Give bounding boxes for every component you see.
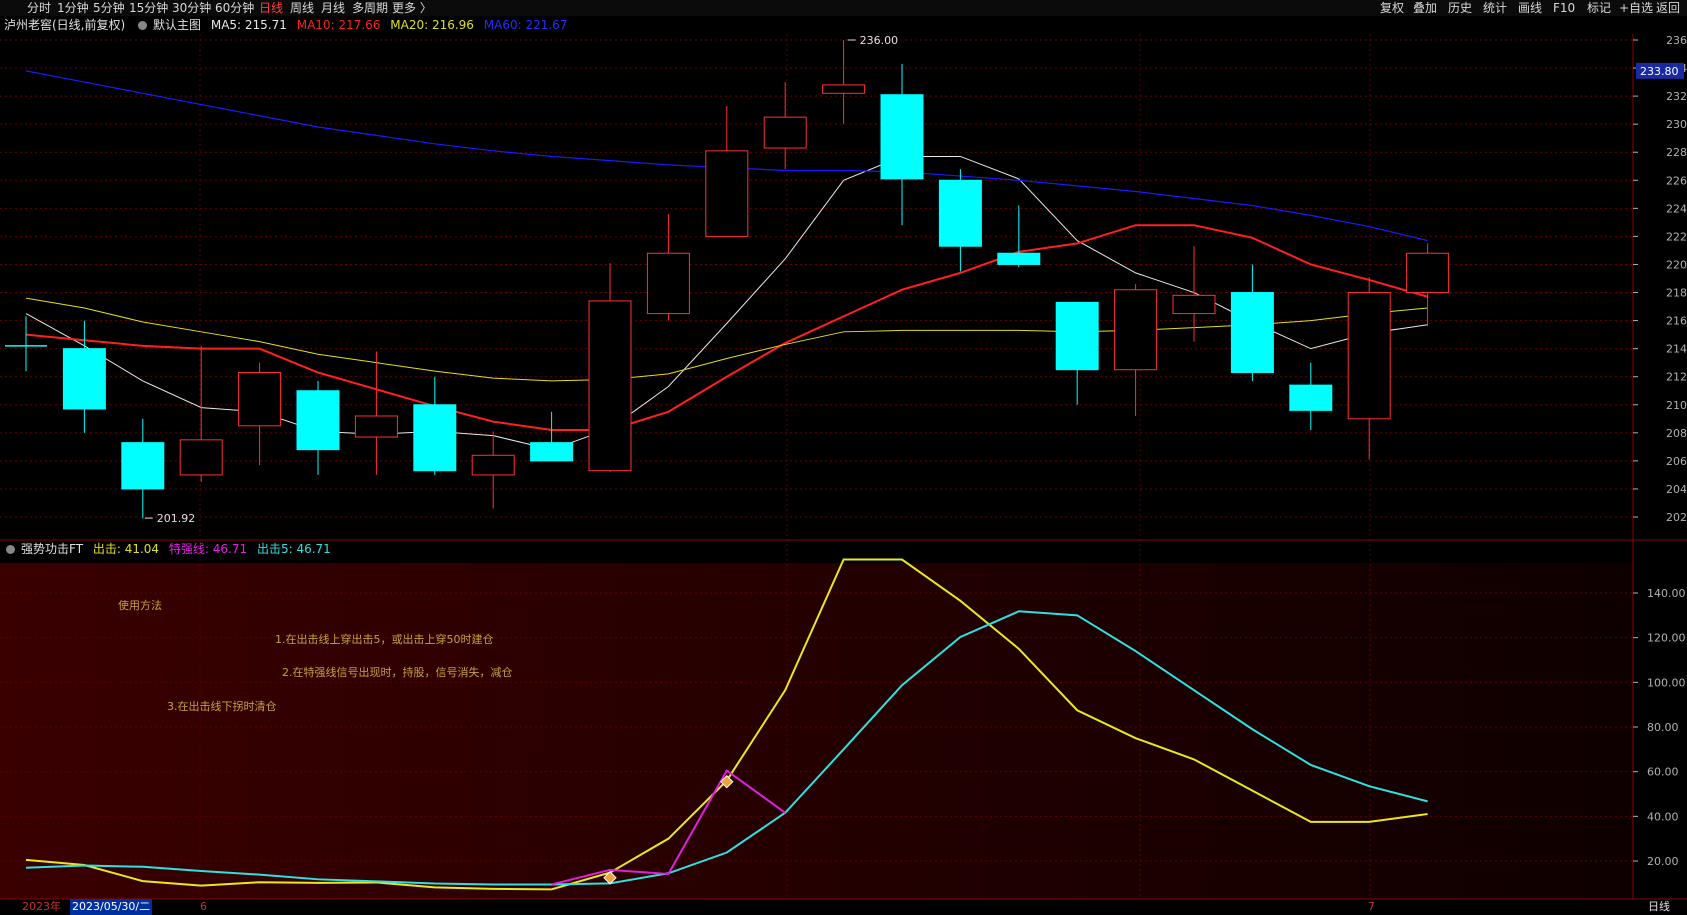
price-tick-label: 226.0 [1666, 174, 1687, 187]
candle[interactable] [1347, 277, 1391, 460]
time-axis-month-6: 6 [200, 900, 207, 913]
candle[interactable] [1406, 243, 1450, 327]
candle[interactable] [121, 418, 165, 519]
candle-body [413, 404, 457, 472]
usage-note-2: 2.在特强线信号出现时，持股，信号消失，减仓 [282, 666, 513, 679]
time-axis: 2023年 2023/05/30/二 6 7 日线 [0, 899, 1687, 915]
candle[interactable] [763, 82, 807, 170]
usage-note-3: 3.在出击线下拐时清仓 [167, 700, 277, 713]
price-tick-label: 208.0 [1666, 427, 1687, 440]
indicator-tick-label: 20.00 [1647, 855, 1679, 868]
candle[interactable] [705, 105, 749, 237]
candle-body [121, 442, 165, 490]
candle[interactable] [530, 411, 574, 462]
time-axis-year: 2023年 [22, 900, 61, 913]
candle-body [1406, 252, 1450, 294]
candle-body [705, 150, 749, 237]
price-tick-label: 232.0 [1666, 90, 1687, 103]
price-tick-label: 220.0 [1666, 258, 1687, 271]
candle[interactable] [354, 351, 398, 475]
candle[interactable] [238, 362, 282, 466]
candle-body [880, 94, 924, 180]
indicator-background [0, 563, 1633, 899]
candle-body [1055, 301, 1099, 371]
candle[interactable] [1289, 362, 1333, 431]
price-tick-label: 212.0 [1666, 371, 1687, 384]
candle-body [530, 442, 574, 462]
price-tick-label: 222.0 [1666, 230, 1687, 243]
cursor-date: 2023/05/30/二 [70, 899, 153, 915]
candle[interactable] [938, 169, 982, 272]
price-tick-label: 216.0 [1666, 315, 1687, 328]
indicator-tick-label: 80.00 [1647, 721, 1679, 734]
candle-body [822, 84, 866, 94]
current-price-label: 233.80 [1640, 65, 1679, 78]
candle-body [938, 179, 982, 247]
ma-line-ma20 [25, 297, 1428, 382]
price-tick-label: 214.0 [1666, 343, 1687, 356]
price-tick-label: 236.0 [1666, 34, 1687, 47]
candle-body [1230, 292, 1274, 373]
candle[interactable] [1230, 264, 1274, 381]
candle-body [646, 252, 690, 315]
candle-body [1172, 294, 1216, 315]
candle[interactable] [296, 380, 340, 475]
candle-body [62, 348, 106, 410]
candle-body [296, 390, 340, 451]
candle-body [1114, 289, 1158, 371]
period-label: 日线 [1648, 900, 1670, 913]
low-label: 201.92 [157, 512, 196, 525]
chart-canvas[interactable]: 236.0234.0232.0230.0228.0226.0224.0222.0… [0, 0, 1687, 915]
usage-title: 使用方法 [118, 599, 162, 612]
indicator-tick-label: 140.00 [1647, 587, 1686, 600]
candle[interactable] [471, 431, 515, 509]
candle[interactable] [413, 376, 457, 475]
candle-body [354, 415, 398, 438]
candle-body [997, 252, 1041, 265]
indicator-tick-label: 100.00 [1647, 676, 1686, 689]
usage-note-1: 1.在出击线上穿出击5，或出击上穿50时建仓 [275, 633, 494, 646]
price-tick-label: 218.0 [1666, 287, 1687, 300]
indicator-tick-label: 60.00 [1647, 766, 1679, 779]
candle[interactable] [1055, 301, 1099, 405]
candle[interactable] [880, 63, 924, 226]
ma-line-ma10 [25, 224, 1428, 432]
candle[interactable] [997, 205, 1041, 268]
candle[interactable] [179, 345, 223, 482]
candle-body [1347, 292, 1391, 420]
price-tick-label: 230.0 [1666, 118, 1687, 131]
price-tick-label: 210.0 [1666, 399, 1687, 412]
time-axis-month-7: 7 [1368, 900, 1375, 913]
candle-body [1289, 384, 1333, 411]
candle-body [588, 300, 632, 472]
candle[interactable] [1114, 284, 1158, 416]
candle-body [763, 116, 807, 149]
price-tick-label: 202.0 [1666, 511, 1687, 524]
candle[interactable] [5, 316, 47, 372]
candle[interactable] [646, 213, 690, 321]
candle[interactable] [822, 40, 866, 125]
candle-body [179, 439, 223, 476]
price-tick-label: 204.0 [1666, 483, 1687, 496]
candle-body [238, 371, 282, 427]
price-tick-label: 206.0 [1666, 455, 1687, 468]
candle[interactable] [588, 263, 632, 473]
price-tick-label: 228.0 [1666, 146, 1687, 159]
indicator-tick-label: 40.00 [1647, 810, 1679, 823]
candle-body [471, 454, 515, 476]
indicator-tick-label: 120.00 [1647, 632, 1686, 645]
high-label: 236.00 [860, 34, 899, 47]
price-tick-label: 224.0 [1666, 202, 1687, 215]
